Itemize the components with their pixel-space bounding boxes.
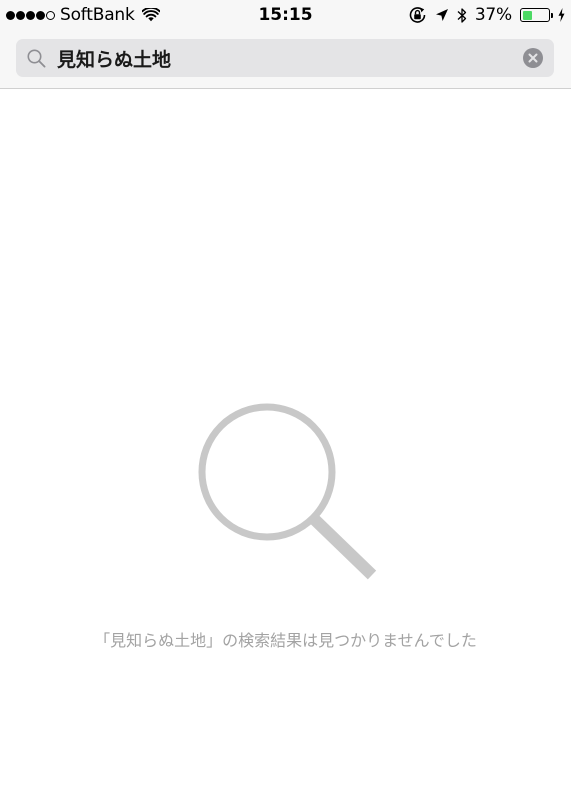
battery-percentage: 37% — [474, 5, 512, 25]
battery-level-fill — [522, 10, 532, 20]
magnifier-icon — [198, 403, 377, 580]
location-arrow-icon — [435, 9, 448, 21]
orientation-lock-icon — [409, 7, 426, 23]
search-icon — [27, 49, 46, 68]
clear-search-button[interactable] — [523, 48, 543, 68]
charging-bolt-icon — [558, 8, 565, 22]
bluetooth-icon — [457, 7, 466, 23]
status-left: SoftBank — [6, 4, 160, 26]
no-results-message: 「見知らぬ土地」の検索結果は見つかりませんでした — [94, 631, 477, 650]
status-right: 37% — [409, 4, 565, 26]
battery-icon — [520, 8, 553, 22]
signal-strength-icon — [6, 10, 55, 20]
status-bar: SoftBank 15:15 37% — [0, 0, 571, 30]
search-bar[interactable]: 見知らぬ土地 — [16, 39, 554, 77]
search-input[interactable]: 見知らぬ土地 — [57, 45, 523, 72]
search-header: 見知らぬ土地 — [0, 30, 571, 89]
clear-icon — [528, 53, 538, 63]
carrier-name: SoftBank — [60, 5, 135, 25]
wifi-icon — [141, 8, 160, 22]
